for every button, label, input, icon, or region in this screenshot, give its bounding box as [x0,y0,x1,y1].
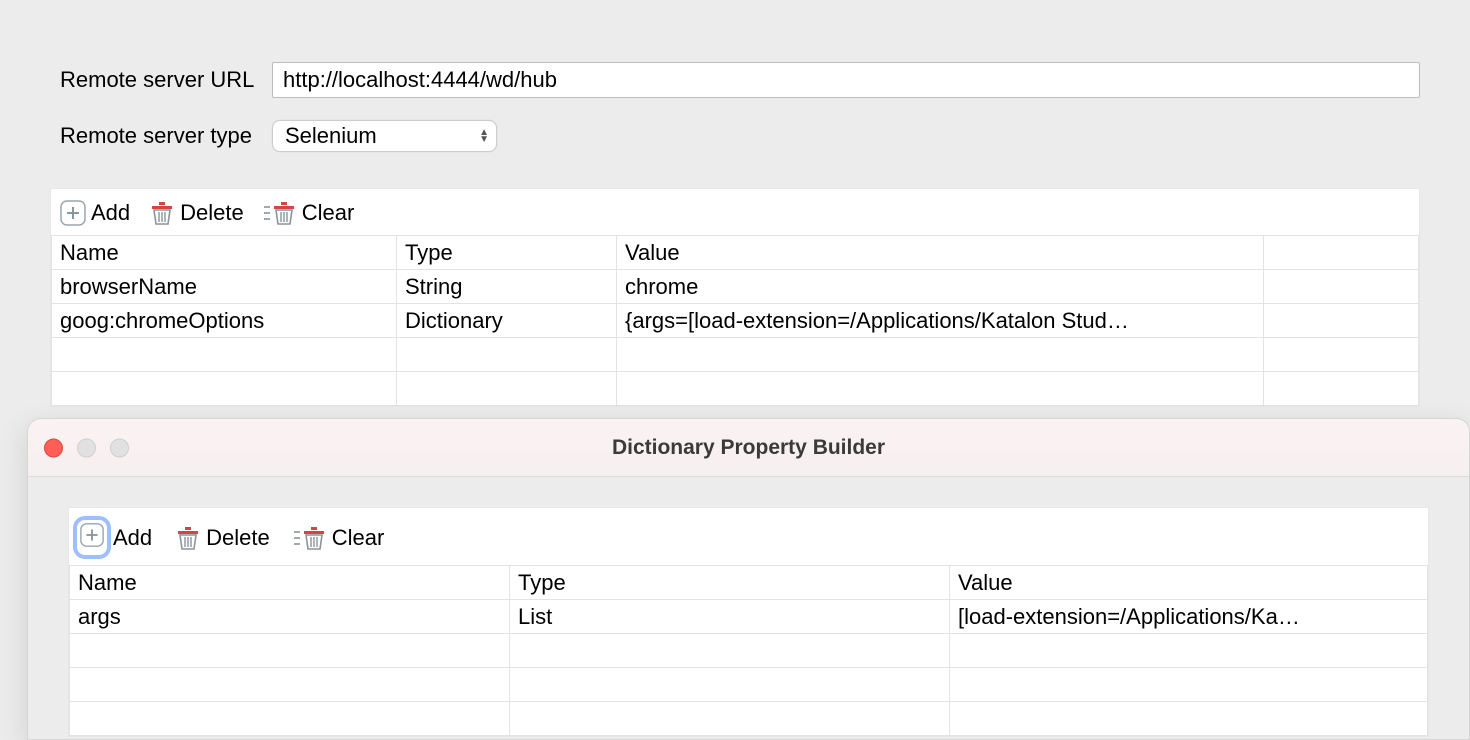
col-extra [1264,236,1419,270]
cell-value[interactable]: [load-extension=/Applications/Ka… [950,600,1428,634]
delete-label: Delete [180,200,244,226]
add-button[interactable]: Add [77,520,152,555]
col-type[interactable]: Type [397,236,617,270]
table-row[interactable]: browserName String chrome [52,270,1419,304]
table-row[interactable]: args List [load-extension=/Applications/… [70,600,1428,634]
cell-type[interactable]: Dictionary [397,304,617,338]
table-row [70,634,1428,668]
dictionary-builder-dialog: Dictionary Property Builder Add Delet [27,418,1470,740]
trash-icon [174,524,202,552]
remote-url-input[interactable] [272,62,1420,98]
delete-button[interactable]: Delete [148,199,244,227]
clear-button[interactable]: Clear [262,199,355,227]
table-row [52,372,1419,406]
dialog-titlebar[interactable]: Dictionary Property Builder [28,419,1469,477]
clear-label: Clear [302,200,355,226]
remote-type-label: Remote server type [0,123,272,149]
cell-name[interactable]: browserName [52,270,397,304]
cell-value[interactable]: chrome [617,270,1264,304]
clear-label: Clear [332,525,385,551]
add-label: Add [113,525,152,551]
col-name[interactable]: Name [70,566,510,600]
cell-value[interactable]: {args=[load-extension=/Applications/Kata… [617,304,1264,338]
cell-type[interactable]: String [397,270,617,304]
col-type[interactable]: Type [510,566,950,600]
plus-icon [59,199,87,227]
minimize-icon [77,438,96,457]
zoom-icon [110,438,129,457]
cell-name[interactable]: args [70,600,510,634]
cell-extra [1264,304,1419,338]
cell-type[interactable]: List [510,600,950,634]
cell-extra [1264,270,1419,304]
plus-icon [78,521,106,549]
delete-label: Delete [206,525,270,551]
add-label: Add [91,200,130,226]
dialog-title: Dictionary Property Builder [28,436,1469,460]
col-name[interactable]: Name [52,236,397,270]
clear-icon [292,524,328,552]
dialog-toolbar: Add Delete Clear [69,508,1428,565]
close-icon[interactable] [44,438,63,457]
clear-icon [262,199,298,227]
chevron-updown-icon: ▲▼ [479,129,489,143]
remote-type-value: Selenium [285,123,377,149]
col-value[interactable]: Value [950,566,1428,600]
cell-name[interactable]: goog:chromeOptions [52,304,397,338]
trash-icon [148,199,176,227]
main-toolbar: Add Delete Clear [51,189,1419,235]
table-row [70,668,1428,702]
delete-button[interactable]: Delete [174,524,270,552]
remote-type-select[interactable]: Selenium ▲▼ [272,120,497,152]
col-value[interactable]: Value [617,236,1264,270]
table-row [52,338,1419,372]
table-row[interactable]: goog:chromeOptions Dictionary {args=[loa… [52,304,1419,338]
remote-url-label: Remote server URL [0,67,272,93]
table-row [70,702,1428,736]
clear-button[interactable]: Clear [292,524,385,552]
add-button[interactable]: Add [59,199,130,227]
capabilities-table[interactable]: Name Type Value browserName String chrom… [51,235,1419,406]
dictionary-table[interactable]: Name Type Value args List [load-extensio… [69,565,1428,736]
